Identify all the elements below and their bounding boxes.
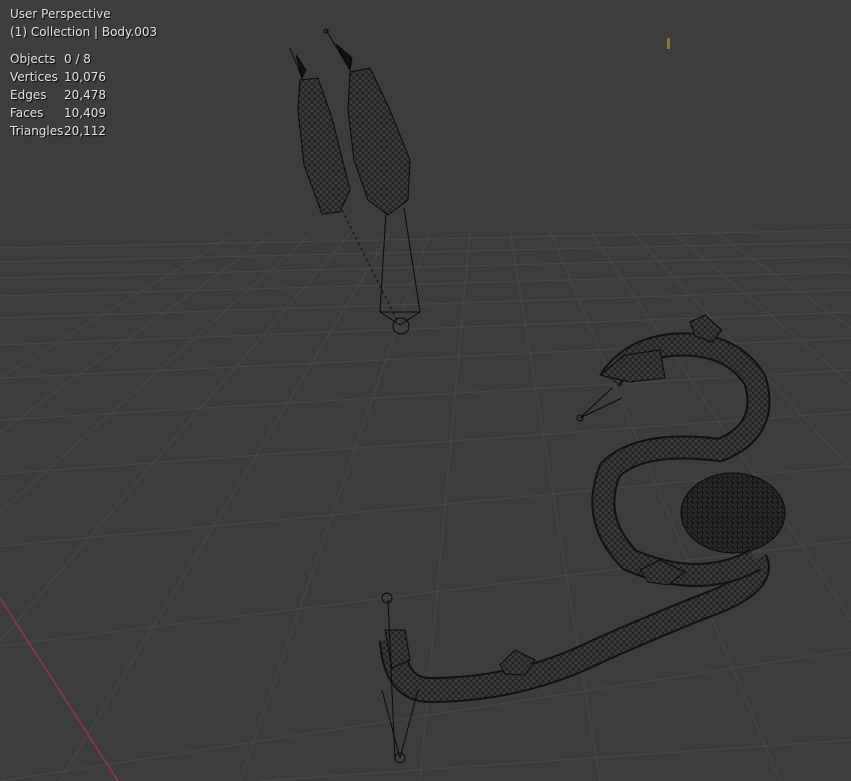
3d-viewport[interactable]: User Perspective (1) Collection | Body.0… [0, 0, 851, 781]
upper-objects[interactable] [289, 28, 421, 335]
viewport-scene[interactable] [0, 0, 851, 781]
viewport-marker [667, 38, 670, 49]
x-axis-line [0, 597, 119, 781]
